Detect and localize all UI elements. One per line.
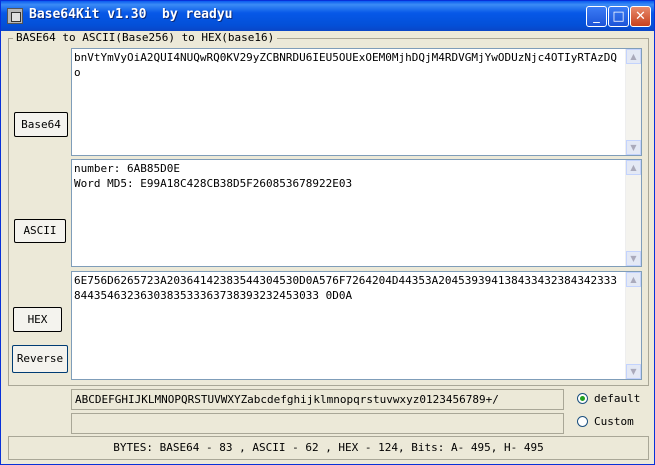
minimize-button[interactable]: _ [586, 6, 607, 27]
custom-radio[interactable]: Custom [577, 415, 634, 428]
scroll-up-icon[interactable]: ▲ [626, 49, 641, 64]
ascii-text: number: 6AB85D0E Word MD5: E99A18C428CB3… [74, 162, 353, 190]
ascii-button[interactable]: ASCII [14, 219, 66, 243]
ascii-scrollbar[interactable]: ▲ ▼ [625, 160, 641, 266]
base64-button[interactable]: Base64 [14, 112, 68, 137]
hex-textarea[interactable]: 6E756D6265723A20364142383544304530D0A576… [71, 271, 642, 380]
default-radio[interactable]: default [577, 392, 640, 405]
custom-radio-label: Custom [594, 415, 634, 428]
radio-unchecked-icon [577, 416, 588, 427]
close-button[interactable]: ✕ [630, 6, 651, 27]
default-radio-label: default [594, 392, 641, 405]
maximize-button[interactable]: □ [608, 6, 629, 27]
group-legend: BASE64 to ASCII(Base256) to HEX(base16) [13, 31, 278, 44]
alphabet-field[interactable]: ABCDEFGHIJKLMNOPQRSTUVWXYZabcdefghijklmn… [71, 389, 564, 410]
hex-button[interactable]: HEX [13, 307, 62, 332]
base64-scrollbar[interactable]: ▲ ▼ [625, 49, 641, 155]
reverse-button[interactable]: Reverse [12, 345, 68, 373]
hex-scrollbar[interactable]: ▲ ▼ [625, 272, 641, 379]
base64-textarea[interactable]: bnVtYmVyOiA2QUI4NUQwRQ0KV29yZCBNRDU6IEU5… [71, 48, 642, 156]
scroll-down-icon[interactable]: ▼ [626, 251, 641, 266]
scroll-up-icon[interactable]: ▲ [626, 272, 641, 287]
custom-alphabet-field[interactable] [71, 413, 564, 434]
base64-text: bnVtYmVyOiA2QUI4NUQwRQ0KV29yZCBNRDU6IEU5… [74, 51, 618, 79]
app-icon[interactable] [7, 8, 23, 24]
window-title: Base64Kit v1.30 by readyu [29, 7, 233, 22]
title-bar[interactable]: Base64Kit v1.30 by readyu _ □ ✕ [1, 1, 654, 31]
scroll-down-icon[interactable]: ▼ [626, 140, 641, 155]
scroll-down-icon[interactable]: ▼ [626, 364, 641, 379]
radio-checked-icon [577, 393, 588, 404]
ascii-textarea[interactable]: number: 6AB85D0E Word MD5: E99A18C428CB3… [71, 159, 642, 267]
scroll-up-icon[interactable]: ▲ [626, 160, 641, 175]
status-bar: BYTES: BASE64 - 83 , ASCII - 62 , HEX - … [8, 436, 649, 460]
hex-text: 6E756D6265723A20364142383544304530D0A576… [74, 274, 618, 302]
app-window: Base64Kit v1.30 by readyu _ □ ✕ BASE64 t… [0, 0, 655, 465]
